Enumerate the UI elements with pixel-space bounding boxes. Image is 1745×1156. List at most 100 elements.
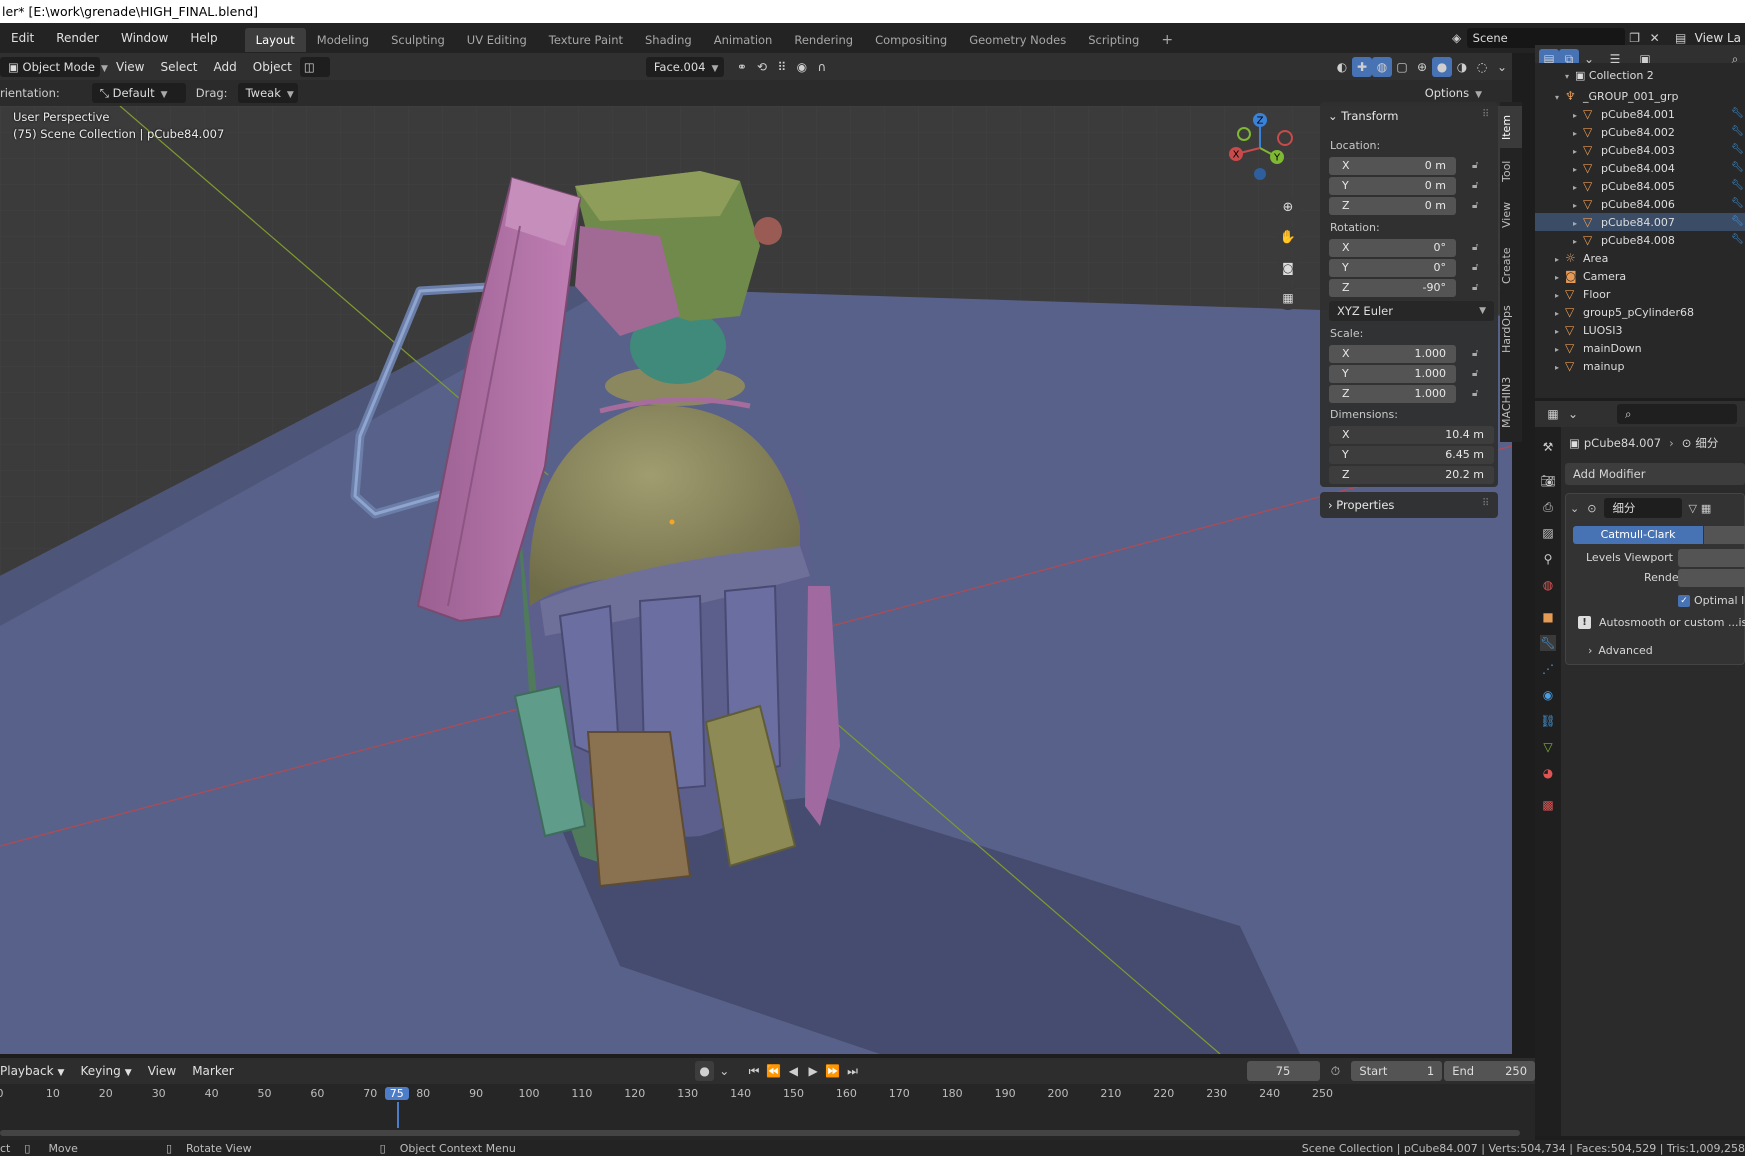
modifier-icon[interactable]: 🔧︎ <box>1731 231 1744 249</box>
menu-marker[interactable]: Marker <box>184 1064 241 1078</box>
rotation-x-field[interactable]: X 0° <box>1329 239 1456 257</box>
scale-z-field[interactable]: Z 1.000 <box>1329 385 1456 403</box>
end-frame-field[interactable]: End 250 <box>1444 1061 1536 1081</box>
tab-item[interactable]: Item <box>1500 106 1522 148</box>
location-y-field[interactable]: Y 0 m <box>1329 177 1456 195</box>
visibility-icon[interactable]: ◐ <box>1332 57 1352 77</box>
levels-viewport-field[interactable] <box>1678 549 1745 567</box>
menu-edit[interactable]: Edit <box>0 23 45 53</box>
menu-timeline-view[interactable]: View <box>140 1064 184 1078</box>
dimensions-x-field[interactable]: X 10.4 m <box>1329 426 1494 444</box>
transform-affect-dropdown[interactable]: ◫ <box>299 56 330 77</box>
particles-tab-icon[interactable]: ⋰ <box>1540 661 1556 677</box>
modifier-icon[interactable]: 🔧︎ <box>1731 141 1744 159</box>
outliner-item[interactable]: ▸ ▽ LUOSI3 <box>1535 321 1745 339</box>
modifier-icon[interactable]: 🔧︎ <box>1731 123 1744 141</box>
location-z-field[interactable]: Z 0 m <box>1329 197 1456 215</box>
editor-type-chevron-icon[interactable]: ⌄ <box>1563 404 1583 424</box>
drag-grip-icon[interactable]: ⠿ <box>1482 109 1489 120</box>
outliner-item[interactable]: ▸ ▽ pCube84.006 🔧︎ <box>1535 195 1745 213</box>
outliner-item[interactable]: ▾ ♆ _GROUP_001_grp <box>1535 87 1745 105</box>
add-modifier-button[interactable]: Add Modifier <box>1565 463 1745 485</box>
material-tab-icon[interactable]: ◕ <box>1540 765 1556 781</box>
modifier-icon[interactable]: 🔧︎ <box>1731 195 1744 213</box>
menu-render[interactable]: Render <box>45 23 110 53</box>
modifier-name-field[interactable]: 细分 <box>1604 498 1683 518</box>
lock-icon[interactable]: 🔓︎ <box>1472 368 1486 380</box>
snap-toggle-icon[interactable]: ⟲ <box>752 57 772 77</box>
lock-icon[interactable]: 🔓︎ <box>1472 282 1486 294</box>
outliner-item[interactable]: ▸ ▽ pCube84.008 🔧︎ <box>1535 231 1745 249</box>
tab-tool[interactable]: Tool <box>1500 152 1522 190</box>
tab-compositing[interactable]: Compositing <box>864 28 958 52</box>
tab-modeling[interactable]: Modeling <box>306 28 380 52</box>
view-layer-tab-icon[interactable]: ▨ <box>1540 525 1556 541</box>
rotation-y-field[interactable]: Y 0° <box>1329 259 1456 277</box>
prev-keyframe-icon[interactable]: ⏪ <box>764 1061 784 1081</box>
physics-tab-icon[interactable]: ◉ <box>1540 687 1556 703</box>
world-tab-icon[interactable]: ◍ <box>1540 577 1556 593</box>
modifier-tab-icon[interactable]: 🔧︎ <box>1540 635 1556 651</box>
overlay-toggle-icon[interactable]: ◍ <box>1372 56 1392 77</box>
jump-start-icon[interactable]: ⏮ <box>744 1061 764 1081</box>
tab-shading[interactable]: Shading <box>634 28 703 52</box>
lock-icon[interactable]: 🔓︎ <box>1472 160 1486 172</box>
jump-end-icon[interactable]: ⏭ <box>843 1061 863 1081</box>
lock-icon[interactable]: 🔓︎ <box>1472 388 1486 400</box>
lock-icon[interactable]: 🔓︎ <box>1472 262 1486 274</box>
scale-x-field[interactable]: X 1.000 <box>1329 345 1456 363</box>
menu-add[interactable]: Add <box>206 60 245 74</box>
tab-view[interactable]: View <box>1500 194 1522 236</box>
modifier-icon[interactable]: 🔧︎ <box>1731 159 1744 177</box>
gizmo-toggle-icon[interactable]: ✚ <box>1352 56 1372 77</box>
tab-hardops[interactable]: HardOps <box>1500 296 1522 362</box>
location-x-field[interactable]: X 0 m <box>1329 157 1456 175</box>
auto-keying-icon[interactable]: ● <box>694 1061 715 1081</box>
outliner-item[interactable]: ▸ ▽ group5_pCylinder68 <box>1535 303 1745 321</box>
proportional-edit-icon[interactable]: ◉ <box>792 57 812 77</box>
camera-view-icon[interactable]: ◙ <box>1276 256 1300 280</box>
render-levels-field[interactable] <box>1678 569 1745 587</box>
menu-window[interactable]: Window <box>110 23 179 53</box>
preview-range-icon[interactable]: ⏱ <box>1326 1061 1346 1081</box>
rotation-mode-dropdown[interactable]: XYZ Euler ▼ <box>1329 301 1494 321</box>
drag-dropdown[interactable]: Tweak ▼ <box>237 83 298 103</box>
expand-icon[interactable]: ▸ <box>1555 359 1565 377</box>
menu-help[interactable]: Help <box>179 23 228 53</box>
catmull-clark-button[interactable]: Catmull-Clark <box>1573 526 1703 544</box>
tab-scripting[interactable]: Scripting <box>1077 28 1150 52</box>
cage-icon[interactable]: ▦ <box>1701 502 1711 515</box>
object-tab-icon[interactable]: ■ <box>1540 609 1556 625</box>
tab-texture-paint[interactable]: Texture Paint <box>538 28 634 52</box>
orientation-dropdown[interactable]: ⤡ Default ▼ <box>91 83 186 103</box>
lock-icon[interactable]: 🔓︎ <box>1472 200 1486 212</box>
xray-icon[interactable]: ▢ <box>1392 57 1412 77</box>
3d-viewport[interactable]: User Perspective (75) Scene Collection |… <box>0 106 1512 1054</box>
drag-grip-icon[interactable]: ⠿ <box>1482 498 1489 509</box>
texture-tab-icon[interactable]: ▩ <box>1540 797 1556 813</box>
outliner-item[interactable]: ▸ ▽ Floor <box>1535 285 1745 303</box>
navigation-gizmo[interactable]: Z Y X <box>1220 108 1300 188</box>
menu-select[interactable]: Select <box>152 60 205 74</box>
object-mode-dropdown[interactable]: ▣ Object Mode ▼ <box>0 56 108 77</box>
lock-icon[interactable]: 🔓︎ <box>1472 242 1486 254</box>
scale-y-field[interactable]: Y 1.000 <box>1329 365 1456 383</box>
dimensions-z-field[interactable]: Z 20.2 m <box>1329 466 1494 484</box>
tab-uv-editing[interactable]: UV Editing <box>456 28 538 52</box>
play-reverse-icon[interactable]: ◀ <box>784 1061 804 1081</box>
outliner-item[interactable]: ▸ ▽ pCube84.005 🔧︎ <box>1535 177 1745 195</box>
constraints-tab-icon[interactable]: ⛓︎ <box>1540 713 1556 729</box>
collapse-chevron-icon[interactable]: ⌄ <box>1570 502 1579 515</box>
timeline-scrollbar[interactable] <box>0 1130 1520 1136</box>
properties-editor-type-icon[interactable]: ▦ <box>1543 404 1563 424</box>
properties-search[interactable]: ⌕ <box>1617 404 1737 424</box>
outliner-item[interactable]: ▸ ▽ pCube84.004 🔧︎ <box>1535 159 1745 177</box>
pan-hand-icon[interactable]: ✋ <box>1276 226 1300 250</box>
pivot-icon[interactable]: ⚭ <box>732 57 752 77</box>
optimal-display-checkbox[interactable]: ✓ Optimal I <box>1678 594 1744 607</box>
tab-rendering[interactable]: Rendering <box>783 28 864 52</box>
outliner-item[interactable]: ▸ ▽ pCube84.001 🔧︎ <box>1535 105 1745 123</box>
snap-grid-icon[interactable]: ⠿ <box>772 57 792 77</box>
edit-mode-icon[interactable]: ▽ <box>1688 502 1696 515</box>
keying-set-chevron-icon[interactable]: ⌄ <box>714 1061 734 1081</box>
